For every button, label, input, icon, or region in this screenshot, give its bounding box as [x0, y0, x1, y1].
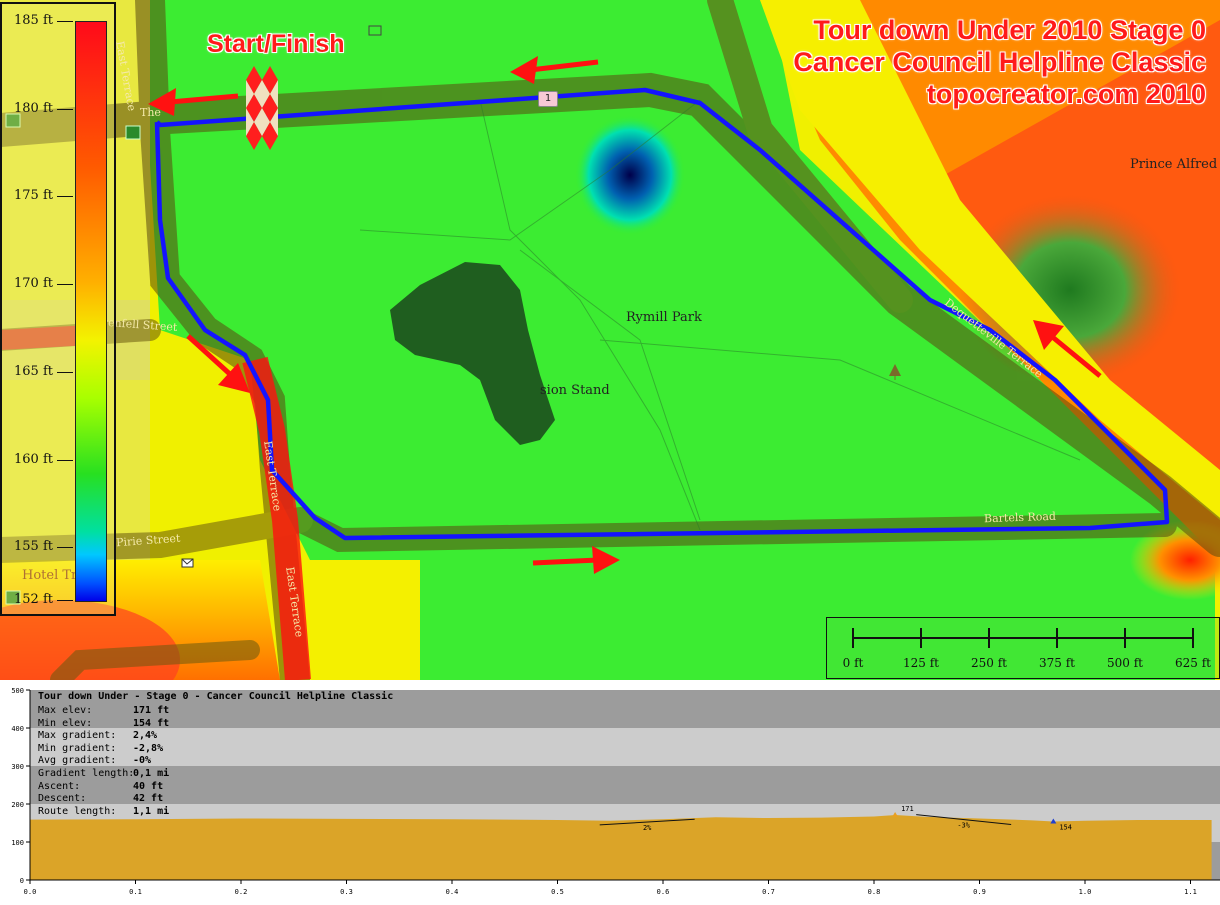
legend-tick	[57, 600, 73, 601]
stat-label: Route length:	[38, 805, 117, 817]
place-label-stand: sion Stand	[540, 383, 610, 398]
x-tick-label: 0.0	[24, 888, 37, 896]
stat-label: Max elev:	[38, 705, 93, 716]
stat-label: Max gradient:	[38, 730, 117, 742]
stat-value: -2,8%	[133, 742, 164, 754]
stat-row: Descent: 42 ft	[38, 793, 163, 804]
gradient-label: 2%	[643, 824, 652, 832]
y-tick-label: 100	[11, 839, 24, 847]
legend-label: 175 ft	[14, 188, 53, 204]
stat-label: Ascent:	[38, 780, 81, 792]
scale-label: 125 ft	[903, 656, 939, 670]
x-tick-label: 0.1	[129, 888, 142, 896]
legend-label: 185 ft	[14, 13, 53, 28]
stat-row: Avg gradient: -0%	[38, 755, 151, 766]
y-tick-label: 200	[11, 801, 24, 809]
profile-band	[30, 728, 1220, 766]
y-tick-label: 400	[11, 725, 24, 733]
min-label: 154	[1059, 823, 1072, 831]
stat-value: 40 ft	[133, 780, 164, 792]
stat-value: 0,1 mi	[133, 768, 170, 779]
legend-tick	[57, 547, 73, 549]
x-tick-label: 0.4	[446, 888, 459, 896]
profile-chart: 0 100 200 300 400 500 0.0 0.1 0.2 0.3 0.4 0.5 0.6 0.7…	[11, 687, 1220, 896]
scale-label: 375 ft	[1039, 656, 1075, 670]
gradient-label: -3%	[957, 822, 970, 830]
mail-icon	[181, 558, 194, 568]
legend-tick	[57, 371, 73, 373]
scale-bar: 0 ft 125 ft 250 ft 375 ft 500 ft 625 ft	[826, 617, 1220, 679]
stat-label: Gradient length:	[38, 768, 135, 779]
legend-tick	[57, 21, 73, 22]
legend-label: 180 ft	[14, 100, 53, 116]
stat-value: 42 ft	[133, 793, 164, 805]
x-tick-label: 0.7	[762, 888, 775, 896]
x-tick-label: 0.2	[235, 888, 248, 896]
scale-ruler	[852, 628, 1194, 648]
y-tick-label: 0	[20, 877, 24, 885]
legend-tick	[57, 284, 73, 286]
stat-row: Ascent: 40 ft	[38, 781, 163, 792]
legend-label: 152 ft	[14, 592, 53, 607]
stat-label: Descent:	[38, 793, 87, 805]
place-label-prince-alfred: Prince Alfred C	[1130, 157, 1220, 172]
scale-label: 500 ft	[1107, 656, 1143, 670]
elevation-profile: 0 100 200 300 400 500 0.0 0.1 0.2 0.3 0.4 0.5 0.6 0.7…	[0, 680, 1220, 905]
elevation-legend: 185 ft 180 ft 175 ft 170 ft 165 ft 160 ft 155 …	[0, 2, 116, 616]
stat-row: Gradient length:0,1 mi	[38, 768, 169, 779]
route-marker: 1	[538, 91, 558, 107]
legend-tick	[57, 196, 73, 198]
stat-row: Max gradient: 2,4%	[38, 730, 157, 741]
x-tick-label: 0.8	[868, 888, 881, 896]
x-tick-label: 0.6	[657, 888, 670, 896]
scale-label: 625 ft	[1175, 656, 1211, 670]
stat-row: Min elev: 154 ft	[38, 718, 169, 729]
legend-tick	[57, 108, 73, 110]
map-title-line-3: topocreator.com 2010	[926, 79, 1206, 109]
profile-title: Tour down Under - Stage 0 - Cancer Counc…	[38, 691, 394, 702]
profile-band	[30, 766, 1220, 804]
y-tick-label: 300	[11, 763, 24, 771]
map-title-line-2: Cancer Council Helpline Classic	[793, 47, 1206, 77]
x-tick-label: 1.1	[1184, 888, 1197, 896]
x-tick-label: 0.3	[340, 888, 353, 896]
stat-row: Max elev: 171 ft	[38, 705, 169, 716]
stat-label: Min elev:	[38, 717, 93, 729]
scale-label: 250 ft	[971, 656, 1007, 670]
stat-value: 171 ft	[133, 705, 170, 716]
place-label-park: Rymill Park	[626, 310, 702, 325]
map-title: Tour down Under 2010 Stage 0 Cancer Coun…	[793, 14, 1206, 110]
legend-tick	[57, 459, 73, 461]
stat-row: Min gradient: -2,8%	[38, 743, 163, 754]
stat-value: 1,1 mi	[133, 805, 170, 817]
stat-label: Avg gradient:	[38, 755, 117, 767]
legend-label: 165 ft	[14, 363, 53, 379]
elevation-color-bar	[75, 21, 107, 602]
map-view[interactable]: Tour down Under 2010 Stage 0 Cancer Coun…	[0, 0, 1220, 680]
x-tick-label: 0.5	[551, 888, 564, 896]
street-label-bartels: Bartels Road	[983, 509, 1057, 526]
x-tick-label: 1.0	[1079, 888, 1092, 896]
stat-row: Route length: 1,1 mi	[38, 806, 169, 817]
y-tick-label: 500	[11, 687, 24, 695]
legend-label: 160 ft	[14, 451, 53, 467]
elevation-area	[30, 815, 1212, 880]
stat-value: 2,4%	[133, 730, 158, 742]
start-finish-label: Start/Finish	[207, 30, 345, 58]
street-label-the: The	[140, 106, 161, 119]
stat-value: 154 ft	[133, 717, 170, 729]
max-label: 171	[901, 805, 914, 813]
legend-label: 170 ft	[14, 276, 53, 292]
map-title-line-1: Tour down Under 2010 Stage 0	[813, 15, 1206, 45]
stat-value: -0%	[133, 755, 152, 767]
legend-label: 155 ft	[14, 539, 53, 555]
x-tick-label: 0.9	[973, 888, 986, 896]
scale-label: 0 ft	[842, 656, 864, 670]
stat-label: Min gradient:	[38, 742, 117, 754]
